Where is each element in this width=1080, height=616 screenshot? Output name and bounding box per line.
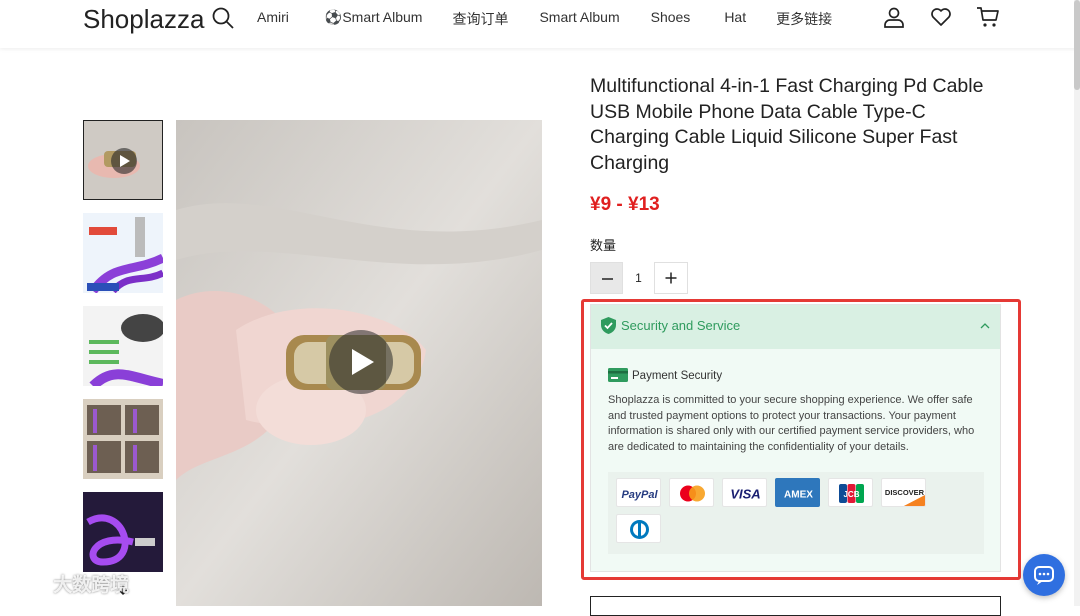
product-title: Multifunctional 4-in-1 Fast Charging Pd … [590, 75, 984, 174]
product-price: ¥9 - ¥13 [590, 194, 660, 215]
wishlist-icon[interactable] [929, 5, 953, 29]
highlight-outline [581, 299, 1021, 580]
watermark: 大数跨境 [10, 570, 129, 597]
nav-item-hat[interactable]: Hat [724, 9, 746, 29]
search-icon[interactable] [211, 6, 235, 30]
account-icon[interactable] [882, 5, 906, 29]
thumbnail-video[interactable] [83, 120, 163, 200]
minus-icon [602, 278, 613, 280]
nav-item-smart-album[interactable]: Smart Album [539, 9, 619, 29]
store-logo[interactable]: Shoplazza [83, 4, 204, 35]
thumbnail-5[interactable] [83, 492, 163, 572]
thumbnail-4[interactable] [83, 399, 163, 479]
nav-item-smart-album-soccer[interactable]: ⚽Smart Album [325, 9, 423, 29]
watermark-logo-icon [11, 578, 42, 593]
nav-item-more-links[interactable]: 更多链接 [776, 9, 832, 29]
thumbnail-2[interactable] [83, 213, 163, 293]
product-main-video[interactable] [176, 120, 542, 606]
scrollbar-thumb[interactable] [1074, 0, 1080, 90]
site-header: Shoplazza Amiri ⚽Smart Album 查询订单 Smart … [0, 0, 1080, 48]
chat-icon [1034, 566, 1054, 585]
quantity-input[interactable]: 1 [623, 262, 654, 294]
nav-item-shoes[interactable]: Shoes [651, 9, 691, 29]
nav-item-amiri[interactable]: Amiri [257, 9, 289, 29]
watermark-text: 大数跨境 [53, 575, 130, 596]
quantity-decrease-button[interactable] [590, 262, 623, 294]
add-to-cart-button[interactable] [590, 596, 1001, 616]
main-nav: Amiri ⚽Smart Album 查询订单 Smart Album Shoe… [257, 9, 832, 29]
cart-icon[interactable] [976, 5, 1000, 29]
thumbnail-3[interactable] [83, 306, 163, 386]
page-scrollbar[interactable] [1074, 0, 1080, 606]
plus-icon [665, 272, 677, 284]
chat-button[interactable] [1023, 554, 1065, 596]
quantity-increase-button[interactable] [654, 262, 688, 294]
nav-item-order-lookup[interactable]: 查询订单 [452, 9, 508, 29]
quantity-label: 数量 [590, 238, 617, 253]
